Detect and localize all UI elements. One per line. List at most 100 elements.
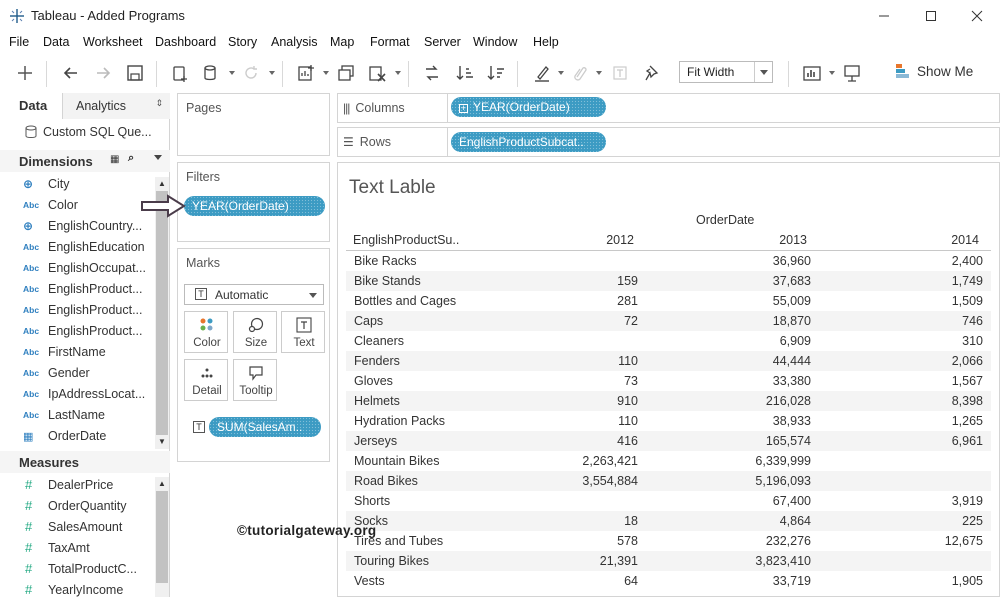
duplicate-button[interactable] xyxy=(335,62,357,84)
dimension-field[interactable]: Abc LastName xyxy=(0,406,155,427)
dimension-field[interactable]: Abc EnglishProduct... xyxy=(0,301,155,322)
columns-shelf[interactable]: ||| Columns + YEAR(OrderDate) xyxy=(337,93,1000,123)
table-row[interactable]: Road Bikes 3,554,884 5,196,093 xyxy=(346,471,991,491)
highlight-button[interactable] xyxy=(531,62,553,84)
mark-color-button[interactable]: Color xyxy=(184,311,228,353)
menu-dashboard[interactable]: Dashboard xyxy=(155,35,216,49)
clear-caret-icon[interactable] xyxy=(395,71,401,75)
sort-arrows-icon[interactable]: ⇕ xyxy=(155,98,163,109)
save-button[interactable] xyxy=(124,62,146,84)
measure-field[interactable]: # YearlyIncome xyxy=(0,581,155,602)
cards-caret-icon[interactable] xyxy=(829,71,835,75)
undo-button[interactable] xyxy=(60,62,82,84)
year-header-2013[interactable]: 2013 xyxy=(779,233,807,247)
table-row[interactable]: Gloves 73 33,380 1,567 xyxy=(346,371,991,391)
table-row[interactable]: Bike Racks 36,960 2,400 xyxy=(346,251,991,271)
scroll-thumb[interactable] xyxy=(156,491,168,583)
grid-view-icon[interactable]: ▦ xyxy=(110,154,119,165)
table-row[interactable]: Vests 64 33,719 1,905 xyxy=(346,571,991,591)
datasource-caret-icon[interactable] xyxy=(229,71,235,75)
menu-worksheet[interactable]: Worksheet xyxy=(83,35,143,49)
measure-field[interactable]: # SalesAmount xyxy=(0,518,155,539)
measures-scrollbar[interactable]: ▲ xyxy=(155,477,169,597)
maximize-button[interactable] xyxy=(908,4,954,28)
mark-detail-button[interactable]: Detail xyxy=(184,359,228,401)
tableau-home-button[interactable] xyxy=(14,62,36,84)
mark-type-dropdown[interactable]: T Automatic xyxy=(184,284,324,305)
highlight-caret-icon[interactable] xyxy=(558,71,564,75)
table-row[interactable]: Helmets 910 216,028 8,398 xyxy=(346,391,991,411)
group-members-button[interactable] xyxy=(569,62,591,84)
close-button[interactable] xyxy=(954,4,1000,28)
viz-area[interactable]: Text Lable OrderDate EnglishProductSu.. … xyxy=(337,162,1000,597)
table-row[interactable]: Fenders 110 44,444 2,066 xyxy=(346,351,991,371)
dimension-field[interactable]: Abc Gender xyxy=(0,364,155,385)
search-icon[interactable]: ⌕ xyxy=(128,152,134,165)
tab-data[interactable]: Data xyxy=(0,93,63,119)
dimension-field[interactable]: Abc EnglishProduct... xyxy=(0,280,155,301)
sort-descending-button[interactable] xyxy=(485,62,507,84)
presentation-mode-button[interactable] xyxy=(841,62,863,84)
menu-file[interactable]: File xyxy=(9,35,29,49)
dimension-field[interactable]: Abc EnglishEducation xyxy=(0,238,155,259)
dimension-field[interactable]: Abc Color xyxy=(0,196,155,217)
show-cards-button[interactable] xyxy=(801,62,823,84)
refresh-button[interactable] xyxy=(240,62,262,84)
clear-sheet-button[interactable] xyxy=(366,62,388,84)
menu-window[interactable]: Window xyxy=(473,35,517,49)
show-me-button[interactable]: Show Me xyxy=(895,63,973,79)
measure-field[interactable]: # TaxAmt xyxy=(0,539,155,560)
minimize-button[interactable] xyxy=(861,4,907,28)
sort-ascending-button[interactable] xyxy=(454,62,476,84)
menu-story[interactable]: Story xyxy=(228,35,257,49)
table-row[interactable]: Bottles and Cages 281 55,009 1,509 xyxy=(346,291,991,311)
dimension-field[interactable]: Abc EnglishProduct... xyxy=(0,322,155,343)
mark-pill-sum-sales[interactable]: SUM(SalesAm.. xyxy=(209,417,321,437)
table-row[interactable]: Hydration Packs 110 38,933 1,265 xyxy=(346,411,991,431)
menu-map[interactable]: Map xyxy=(330,35,354,49)
year-header-2014[interactable]: 2014 xyxy=(951,233,979,247)
dimension-field[interactable]: ⊕ EnglishCountry... xyxy=(0,217,155,238)
scroll-up-icon[interactable]: ▲ xyxy=(158,479,166,488)
table-row[interactable]: Socks 18 4,864 225 xyxy=(346,511,991,531)
table-row[interactable]: Shorts 67,400 3,919 xyxy=(346,491,991,511)
redo-button[interactable] xyxy=(92,62,114,84)
measure-field[interactable]: # OrderQuantity xyxy=(0,497,155,518)
table-row[interactable]: Mountain Bikes 2,263,421 6,339,999 xyxy=(346,451,991,471)
table-row[interactable]: Caps 72 18,870 746 xyxy=(346,311,991,331)
menu-help[interactable]: Help xyxy=(533,35,559,49)
dimension-field[interactable]: Abc FirstName xyxy=(0,343,155,364)
table-row[interactable]: Cleaners 6,909 310 xyxy=(346,331,991,351)
table-row[interactable]: Jerseys 416 165,574 6,961 xyxy=(346,431,991,451)
new-datasource-button[interactable] xyxy=(169,62,191,84)
scroll-up-icon[interactable]: ▲ xyxy=(158,179,166,188)
row-field-header[interactable]: EnglishProductSu.. xyxy=(353,233,459,247)
filters-shelf[interactable]: Filters YEAR(OrderDate) xyxy=(177,162,330,242)
menu-format[interactable]: Format xyxy=(370,35,410,49)
new-worksheet-button[interactable] xyxy=(295,62,317,84)
menu-server[interactable]: Server xyxy=(424,35,461,49)
dimension-field[interactable]: Abc IpAddressLocat... xyxy=(0,385,155,406)
mark-size-button[interactable]: Size xyxy=(233,311,277,353)
measure-field[interactable]: # TotalProductC... xyxy=(0,560,155,581)
filter-pill-year-orderdate[interactable]: YEAR(OrderDate) xyxy=(184,196,325,216)
show-labels-button[interactable] xyxy=(609,62,631,84)
dimension-field[interactable]: Abc EnglishOccupat... xyxy=(0,259,155,280)
menu-data[interactable]: Data xyxy=(43,35,69,49)
group-caret-icon[interactable] xyxy=(596,71,602,75)
rows-shelf[interactable]: ☰ Rows EnglishProductSubcat.. xyxy=(337,127,1000,157)
datasource-button[interactable] xyxy=(199,62,221,84)
fix-axes-button[interactable] xyxy=(641,62,663,84)
columns-pill-year-orderdate[interactable]: + YEAR(OrderDate) xyxy=(451,97,606,117)
year-header-2012[interactable]: 2012 xyxy=(606,233,634,247)
refresh-caret-icon[interactable] xyxy=(269,71,275,75)
table-row[interactable]: Touring Bikes 21,391 3,823,410 xyxy=(346,551,991,571)
menu-analysis[interactable]: Analysis xyxy=(271,35,318,49)
tab-analytics[interactable]: Analytics ⇕ xyxy=(63,93,170,119)
swap-button[interactable] xyxy=(421,62,443,84)
mark-tooltip-button[interactable]: Tooltip xyxy=(233,359,277,401)
scroll-thumb[interactable] xyxy=(156,191,168,435)
dimension-field[interactable]: ⊕ City xyxy=(0,175,155,196)
new-worksheet-caret-icon[interactable] xyxy=(323,71,329,75)
expand-plus-icon[interactable]: + xyxy=(459,104,468,113)
